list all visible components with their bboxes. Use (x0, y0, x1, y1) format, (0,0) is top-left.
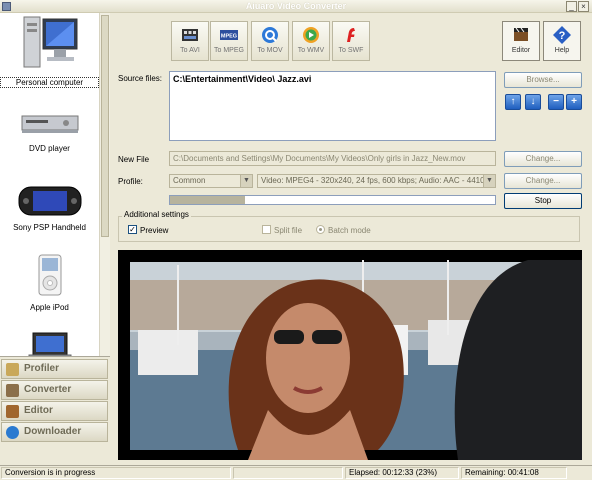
profile-select[interactable]: Common ▼ (169, 174, 253, 188)
stop-button[interactable]: Stop (504, 193, 582, 209)
nav-profiler[interactable]: Profiler (1, 359, 108, 379)
scrollbar-thumb[interactable] (101, 15, 109, 237)
to-mov-button[interactable]: To MOV (251, 21, 289, 61)
device-label: Personal computer (0, 77, 99, 88)
editor-icon (6, 405, 19, 418)
device-list: Personal computer DVD player Sony PSP Ha… (0, 13, 110, 356)
window-title: Aiuaro Video Converter (245, 1, 347, 11)
source-files-label: Source files: (118, 74, 163, 83)
device-label: Sony PSP Handheld (13, 223, 86, 232)
help-label: Help (554, 47, 570, 54)
to-avi-label: To AVI (180, 47, 200, 54)
device-laptop[interactable] (0, 329, 99, 356)
status-remaining: Remaining: 00:41:08 (461, 467, 567, 479)
mpeg-icon: MPEG (220, 30, 238, 40)
chevron-down-icon: ▼ (240, 175, 252, 187)
move-down-button[interactable]: ↓ (525, 94, 541, 110)
video-frame-image (118, 250, 582, 460)
converter-icon (6, 384, 19, 397)
status-bar: Conversion is in progress Elapsed: 00:12… (0, 465, 592, 480)
nav-editor[interactable]: Editor (1, 401, 108, 421)
flash-icon (347, 28, 355, 42)
to-mpeg-button[interactable]: MPEG To MPEG (210, 21, 248, 61)
new-file-path[interactable]: C:\Documents and Settings\My Documents\M… (169, 151, 496, 166)
batch-mode-label: Batch mode (328, 226, 371, 235)
nav-label: Converter (24, 384, 72, 395)
to-wmv-button[interactable]: To WMV (292, 21, 330, 61)
device-personal-computer[interactable]: Personal computer (0, 15, 99, 88)
svg-text:?: ? (559, 30, 566, 42)
ipod-icon (38, 254, 61, 296)
downloader-icon (6, 426, 19, 439)
status-message: Conversion is in progress (1, 467, 231, 479)
preview-label: Preview (140, 226, 169, 235)
move-up-button[interactable]: ↑ (505, 94, 521, 110)
laptop-icon (28, 332, 71, 356)
split-file-checkbox[interactable] (262, 225, 271, 234)
device-label: Apple iPod (30, 303, 69, 312)
progress-fill (170, 196, 245, 204)
to-swf-button[interactable]: To SWF (332, 21, 370, 61)
batch-mode-radio[interactable] (316, 225, 325, 234)
preview-checkbox[interactable]: ✓ (128, 225, 137, 234)
to-avi-button[interactable]: To AVI (171, 21, 209, 61)
browse-button[interactable]: Browse... (504, 72, 582, 88)
to-mov-label: To MOV (257, 47, 283, 54)
status-empty-cell (233, 467, 343, 479)
status-elapsed: Elapsed: 00:12:33 (23%) (345, 467, 459, 479)
nav-label: Downloader (24, 426, 82, 437)
editor-label: Editor (511, 47, 531, 54)
change-output-button[interactable]: Change... (504, 151, 582, 167)
section-nav: Profiler Converter Editor Downloader (0, 356, 110, 462)
chevron-down-icon: ▼ (483, 175, 495, 187)
device-sony-psp[interactable]: Sony PSP Handheld (0, 181, 99, 232)
editor-button[interactable]: Editor (502, 21, 540, 61)
close-button[interactable]: × (578, 1, 589, 12)
title-bar: Aiuaro Video Converter _ × (0, 0, 592, 13)
profile-value: Common (173, 176, 206, 185)
film-icon (182, 29, 198, 41)
remove-button[interactable]: − (548, 94, 564, 110)
nav-converter[interactable]: Converter (1, 380, 108, 400)
profile-detail-value: Video: MPEG4 - 320x240, 24 fps, 600 kbps… (261, 176, 496, 185)
to-swf-label: To SWF (338, 47, 364, 54)
to-wmv-label: To WMV (297, 47, 325, 54)
device-label: DVD player (29, 144, 70, 153)
source-files-list[interactable]: C:\Entertainment\Video\ Jazz.avi (169, 71, 496, 141)
nav-downloader[interactable]: Downloader (1, 422, 108, 442)
split-file-label: Split file (274, 226, 303, 235)
device-list-scrollbar[interactable] (99, 13, 110, 356)
help-button[interactable]: ? Help (543, 21, 581, 61)
editor-icon (514, 27, 528, 41)
nav-label: Editor (24, 405, 53, 416)
dvd-player-icon (21, 115, 78, 133)
device-dvd-player[interactable]: DVD player (0, 106, 99, 153)
profile-label: Profile: (118, 177, 143, 186)
change-profile-button[interactable]: Change... (504, 173, 582, 189)
video-preview (118, 250, 582, 460)
help-icon: ? (553, 26, 571, 44)
profile-detail-select[interactable]: Video: MPEG4 - 320x240, 24 fps, 600 kbps… (257, 174, 496, 188)
computer-icon (23, 16, 77, 68)
media-player-icon (303, 27, 319, 43)
svg-text:MPEG: MPEG (221, 34, 237, 40)
psp-icon (18, 186, 81, 216)
to-mpeg-label: To MPEG (214, 47, 244, 54)
profiler-icon (6, 363, 19, 376)
device-apple-ipod[interactable]: Apple iPod (0, 253, 99, 312)
conversion-progress-bar (169, 195, 496, 205)
new-file-label: New File (118, 155, 150, 164)
add-button[interactable]: + (566, 94, 582, 110)
additional-settings-title: Additional settings (122, 210, 191, 219)
minimize-button[interactable]: _ (566, 1, 577, 12)
quicktime-icon (262, 27, 278, 43)
nav-label: Profiler (24, 363, 60, 374)
